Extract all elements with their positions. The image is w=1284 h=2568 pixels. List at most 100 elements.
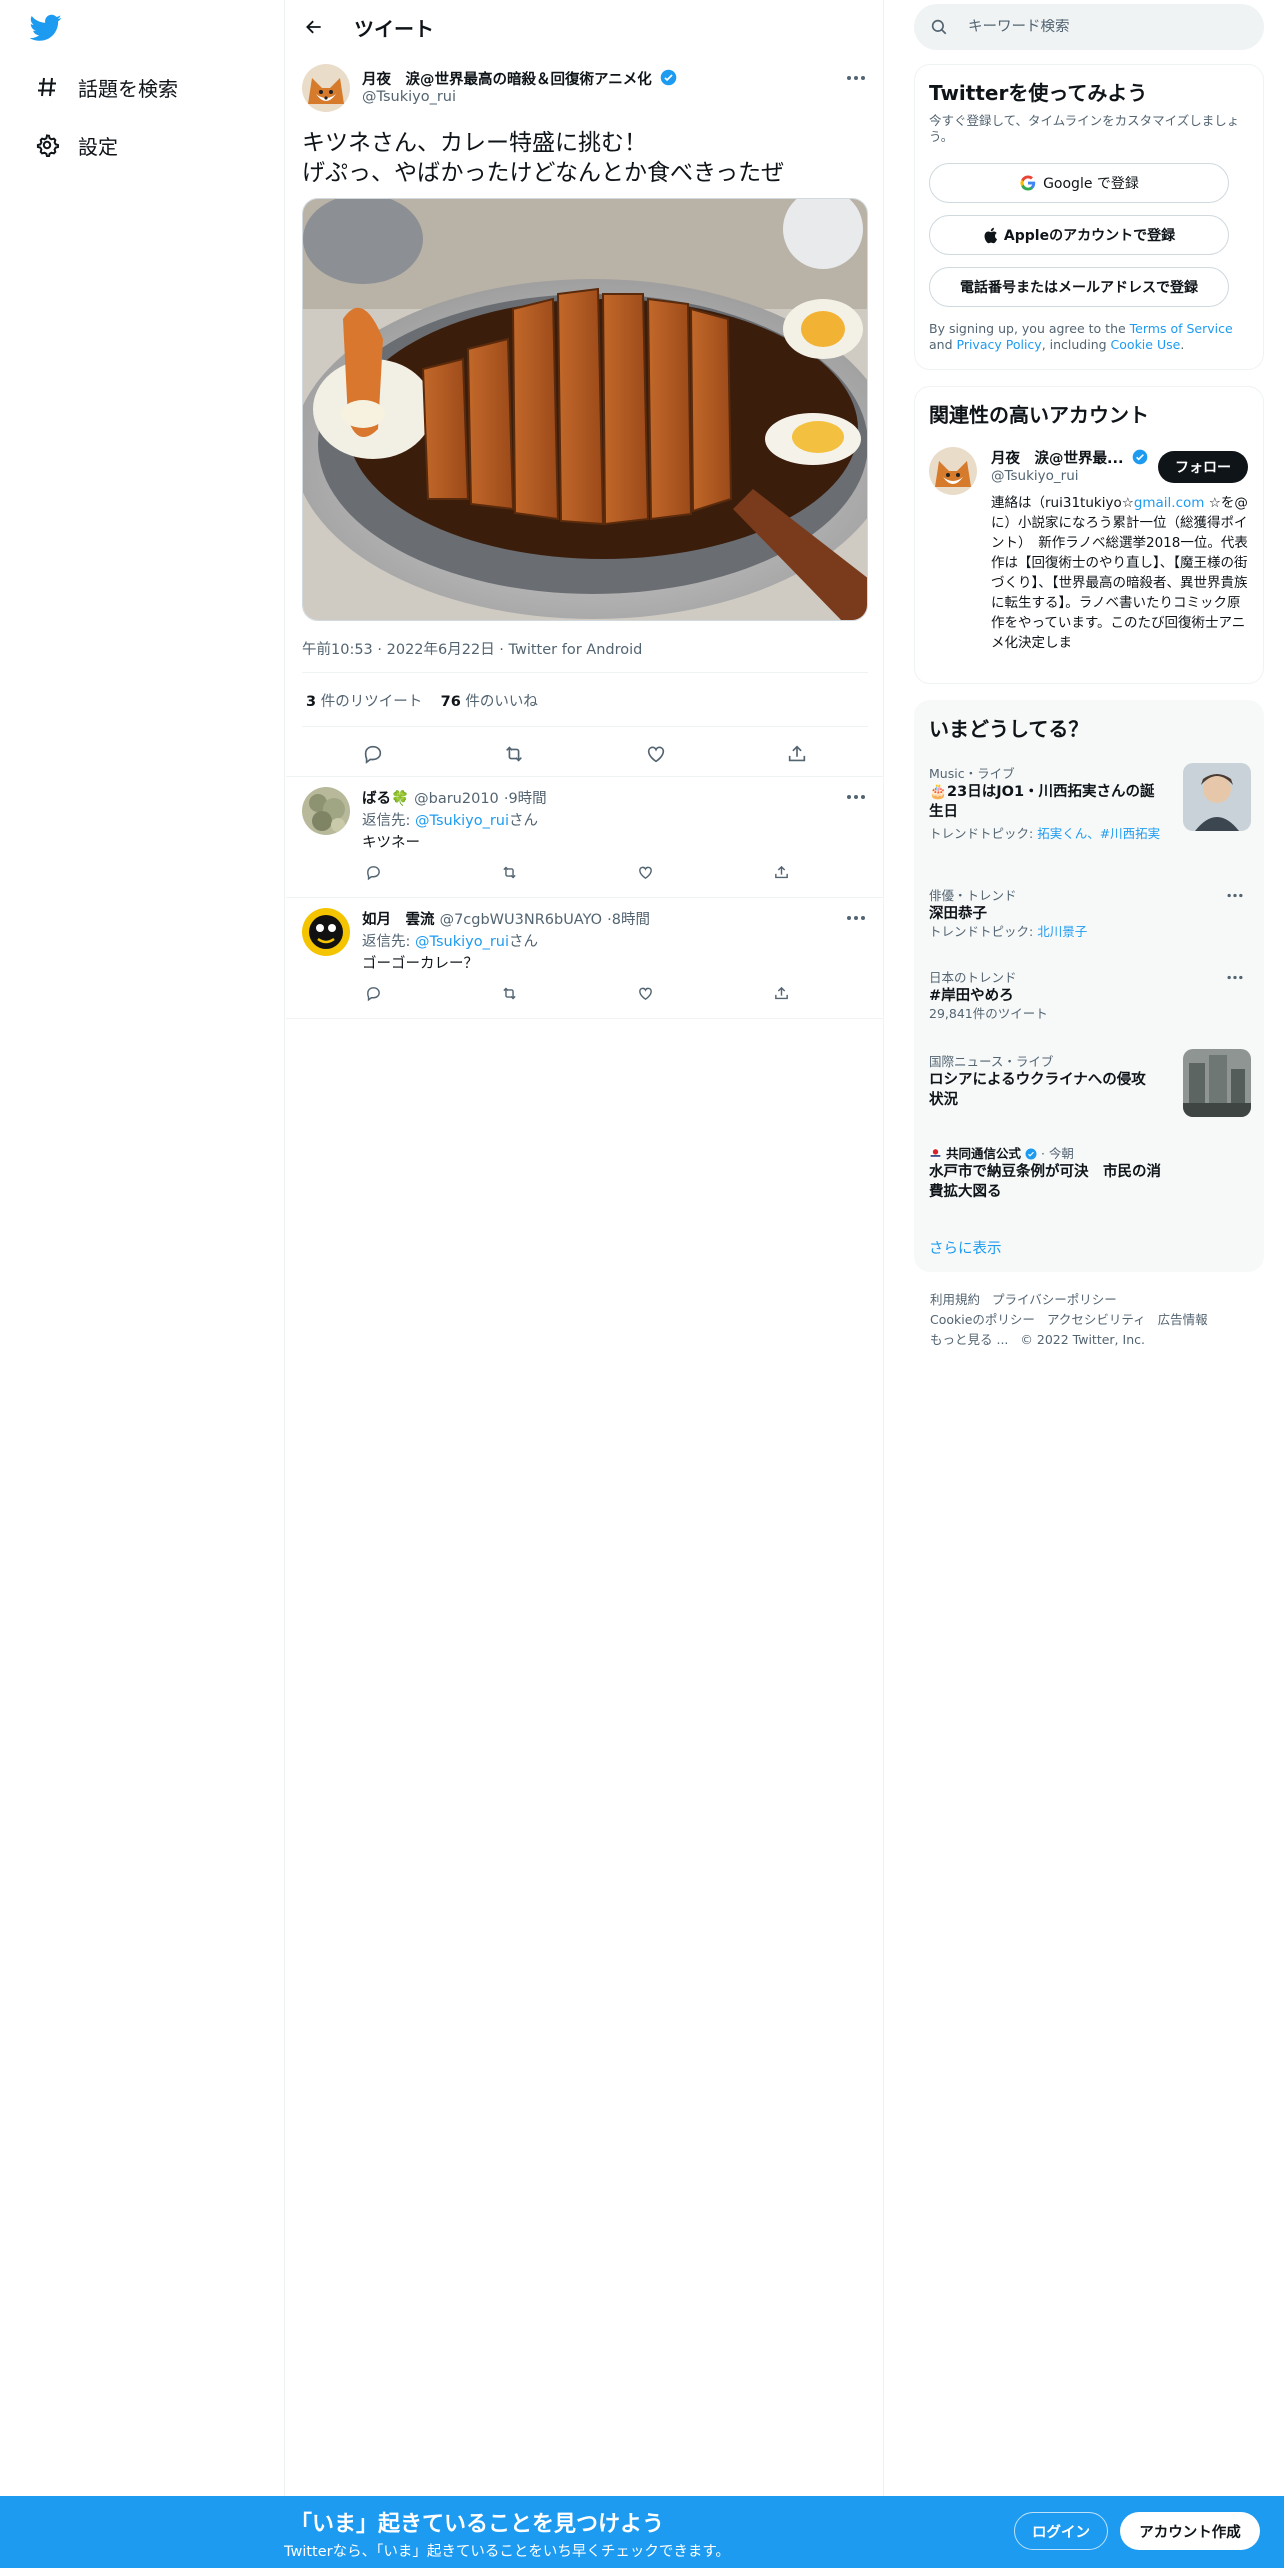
reply-to-suffix: さん xyxy=(509,934,539,950)
footer-more-link[interactable]: もっと見る ... xyxy=(930,1332,1008,1347)
signup-button[interactable]: アカウント作成 xyxy=(1120,2512,1260,2550)
trend-item[interactable]: 国際ニュース・ライブ ロシアによるウクライナへの侵攻状況 xyxy=(929,1049,1251,1121)
trend-context: 俳優・トレンド xyxy=(929,888,1017,903)
more-options-icon[interactable] xyxy=(842,787,870,807)
retweet-icon[interactable] xyxy=(498,982,520,1004)
retweet-icon[interactable] xyxy=(498,861,520,883)
trend-item[interactable]: 日本のトレンド #岸田やめろ 29,841件のツイート xyxy=(929,967,1249,1027)
search-box[interactable] xyxy=(914,4,1264,50)
signup-card: Twitterを使ってみよう 今すぐ登録して、タイムラインをカスタマイズしましょ… xyxy=(914,64,1264,370)
trend-title: #岸田やめろ xyxy=(929,988,1014,1004)
reply-to-handle-link[interactable]: @Tsukiyo_rui xyxy=(415,934,509,950)
bio-link[interactable]: gmail.com xyxy=(1134,495,1205,511)
share-icon[interactable] xyxy=(780,737,814,771)
related-account-handle[interactable]: @Tsukiyo_rui xyxy=(991,468,1079,484)
reply-to-line: 返信先: @Tsukiyo_ruiさん xyxy=(362,930,538,951)
reply-author-name[interactable]: 如月 雲流 @7cgbWU3NR6bUAYO ·8時間 xyxy=(362,908,650,929)
retweet-count-value: 3 xyxy=(306,694,317,710)
trend-item[interactable]: 共同通信公式 · 今朝 水戸市で納豆条例が可決 市民の消費拡大図る xyxy=(929,1143,1249,1213)
trend-context: 日本のトレンド xyxy=(929,970,1017,985)
trend-title: 水戸市で納豆条例が可決 市民の消費拡大図る xyxy=(929,1164,1161,1200)
reply-tweet[interactable]: ばる🍀 @baru2010 ·9時間 返信先: @Tsukiyo_ruiさん キ… xyxy=(286,777,884,898)
trend-item[interactable]: 俳優・トレンド 深田恭子 トレンドトピック: 北川景子 xyxy=(929,885,1249,945)
related-account-avatar[interactable] xyxy=(929,447,977,495)
trend-subtitle: トレンドトピック: 北川景子 xyxy=(929,924,1249,940)
reply-to-handle-link[interactable]: @Tsukiyo_rui xyxy=(415,813,509,829)
nav-item-explore[interactable]: 話題を検索 xyxy=(32,67,178,107)
footer-link[interactable]: 利用規約 xyxy=(930,1292,980,1307)
like-count[interactable]: 76 件のいいね xyxy=(441,694,538,710)
follow-button[interactable]: フォロー xyxy=(1158,451,1248,483)
left-nav: 話題を検索 設定 xyxy=(0,0,285,2496)
more-options-icon[interactable] xyxy=(842,68,870,88)
divider xyxy=(302,672,868,673)
like-icon[interactable] xyxy=(634,861,656,883)
trend-title: 深田恭子 xyxy=(929,906,987,922)
verified-badge-icon xyxy=(1025,1148,1037,1160)
tweet-author-name[interactable]: 月夜 涙@世界最高の暗殺＆回復術アニメ化 xyxy=(362,68,677,89)
trend-subtitle: トレンドトピック: 拓実くん、#川西拓実 xyxy=(929,826,1165,842)
footer-link[interactable]: アクセシビリティ xyxy=(1047,1312,1146,1327)
related-account-name[interactable]: 月夜 涙@世界最... xyxy=(991,447,1148,468)
reply-author-handle: @7cgbWU3NR6bUAYO xyxy=(439,912,603,928)
cookie-use-link[interactable]: Cookie Use xyxy=(1111,337,1181,352)
bottom-bar-headline: 「いま」起きていることを見つけよう xyxy=(290,2512,665,2537)
retweet-count[interactable]: 3 件のリツイート xyxy=(306,694,422,710)
reply-avatar[interactable] xyxy=(302,908,350,956)
footer-link[interactable]: プライバシーポリシー xyxy=(992,1292,1117,1307)
reply-to-label: 返信先: xyxy=(362,813,415,829)
nav-item-settings[interactable]: 設定 xyxy=(32,125,118,165)
phone-email-signup-button[interactable]: 電話番号またはメールアドレスで登録 xyxy=(929,267,1229,307)
trend-time: · 今朝 xyxy=(1036,1146,1074,1161)
like-icon[interactable] xyxy=(634,982,656,1004)
apple-signup-button[interactable]: Appleのアカウントで登録 xyxy=(929,215,1229,255)
trend-topic-link[interactable]: 拓実くん、#川西拓実 xyxy=(1037,826,1160,841)
reply-icon[interactable] xyxy=(362,982,384,1004)
terms-of-service-link[interactable]: Terms of Service xyxy=(1130,321,1233,336)
trend-sub-label: トレンドトピック: xyxy=(929,924,1038,939)
related-account-bio: 連絡は（rui31tukiyo☆gmail.com ☆を@に）小説家になろう累計… xyxy=(991,493,1253,653)
retweet-icon[interactable] xyxy=(497,737,531,771)
apple-signup-label: Appleのアカウントで登録 xyxy=(1003,228,1176,244)
reply-avatar[interactable] xyxy=(302,787,350,835)
reply-icon[interactable] xyxy=(362,861,384,883)
footer-link[interactable]: 広告情報 xyxy=(1158,1312,1208,1327)
tweet-photo[interactable] xyxy=(302,198,868,621)
google-signup-label: Google で登録 xyxy=(1043,176,1139,192)
trend-thumbnail xyxy=(1183,1049,1251,1117)
signup-title: Twitterを使ってみよう xyxy=(929,81,1148,105)
trend-item[interactable]: Music・ライブ 🎂23日はJO1・川西拓実さんの誕生日 トレンドトピック: … xyxy=(929,763,1251,863)
twitter-bird-icon[interactable] xyxy=(29,14,66,44)
reply-icon[interactable] xyxy=(356,737,390,771)
share-icon[interactable] xyxy=(770,982,792,1004)
back-arrow-icon[interactable] xyxy=(298,11,330,43)
more-options-icon[interactable] xyxy=(842,908,870,928)
privacy-policy-link[interactable]: Privacy Policy xyxy=(957,337,1042,352)
search-input[interactable] xyxy=(968,19,1248,35)
tweet-author-handle[interactable]: @Tsukiyo_rui xyxy=(362,89,456,105)
more-options-icon[interactable] xyxy=(1221,885,1249,905)
google-signup-button[interactable]: Google で登録 xyxy=(929,163,1229,203)
show-more-link[interactable]: さらに表示 xyxy=(929,1237,1002,1258)
trend-sub-label: トレンドトピック: xyxy=(929,826,1038,841)
like-icon[interactable] xyxy=(639,737,673,771)
tweet-stats: 3 件のリツイート 76 件のいいね xyxy=(306,690,538,711)
more-options-icon[interactable] xyxy=(1221,967,1249,987)
trend-source-name: 共同通信公式 xyxy=(945,1146,1021,1161)
google-logo-icon xyxy=(1019,174,1037,192)
apple-logo-icon xyxy=(983,227,998,244)
trend-topic-link[interactable]: 北川景子 xyxy=(1037,924,1087,939)
reply-author-name[interactable]: ばる🍀 @baru2010 ·9時間 xyxy=(362,787,547,808)
reply-text: ゴーゴーカレー？ xyxy=(362,956,478,972)
trend-title: ロシアによるウクライナへの侵攻状況 xyxy=(929,1072,1146,1108)
login-button[interactable]: ログイン xyxy=(1014,2512,1108,2550)
share-icon[interactable] xyxy=(770,861,792,883)
search-icon xyxy=(930,17,950,37)
footer-link[interactable]: Cookieのポリシー xyxy=(930,1312,1035,1327)
tweet-author-avatar[interactable] xyxy=(302,64,350,112)
reply-author-name-text: 如月 雲流 xyxy=(362,912,435,928)
reply-author-name-text: ばる🍀 xyxy=(362,791,410,807)
signup-description: 今すぐ登録して、タイムラインをカスタマイズしましょう。 xyxy=(929,113,1240,144)
tweet-timestamp[interactable]: 午前10:53 · 2022年6月22日 · Twitter for Andro… xyxy=(302,638,642,659)
reply-tweet[interactable]: 如月 雲流 @7cgbWU3NR6bUAYO ·8時間 返信先: @Tsukiy… xyxy=(286,898,884,1019)
